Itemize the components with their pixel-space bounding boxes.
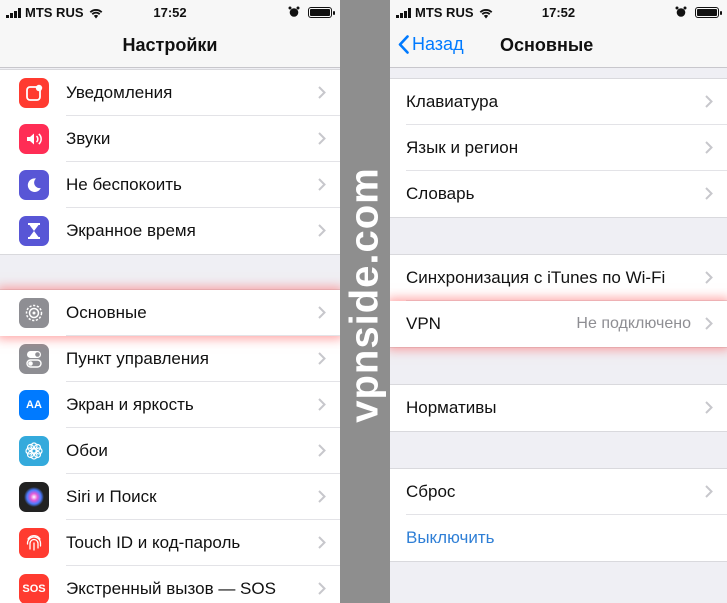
chevron-right-icon	[318, 444, 326, 457]
settings-item-label: Основные	[66, 303, 147, 322]
settings-item-do-not-disturb[interactable]: Не беспокоить	[0, 162, 340, 208]
settings-item-itunes-wifi-sync[interactable]: Синхронизация с iTunes по Wi-Fi	[390, 255, 727, 301]
shutdown-button[interactable]: Выключить	[390, 515, 727, 561]
settings-group-1: Уведомления Звуки Не беспокоить Экранное…	[0, 69, 340, 255]
battery-icon	[695, 6, 722, 18]
page-title: Основные	[500, 35, 594, 55]
carrier-name: MTS RUS	[415, 5, 474, 20]
text-size-icon: AA	[19, 390, 49, 420]
chevron-right-icon	[318, 178, 326, 191]
settings-item-emergency-sos[interactable]: SOS Экстренный вызов — SOS	[0, 566, 340, 603]
settings-item-label: VPN	[406, 314, 441, 333]
general-settings-screen: MTS RUS 17:52 Назад Основные Клавиатура …	[390, 0, 727, 603]
chevron-right-icon	[318, 536, 326, 549]
settings-item-regulatory[interactable]: Нормативы	[390, 385, 727, 431]
chevron-right-icon	[705, 485, 713, 498]
chevron-right-icon	[318, 582, 326, 595]
signal-icon	[396, 7, 411, 18]
status-bar: MTS RUS 17:52	[390, 0, 727, 24]
chevron-right-icon	[318, 224, 326, 237]
shutdown-label: Выключить	[406, 528, 495, 547]
settings-item-label: Звуки	[66, 129, 111, 148]
chevron-right-icon	[705, 401, 713, 414]
settings-group-2: Основные Пункт управления AA Экран и ярк…	[0, 289, 340, 603]
flower-icon	[19, 436, 49, 466]
settings-item-label: Пункт управления	[66, 349, 209, 368]
chevron-right-icon	[705, 271, 713, 284]
settings-item-label: Не беспокоить	[66, 175, 182, 194]
chevron-right-icon	[318, 490, 326, 503]
settings-item-display-brightness[interactable]: AA Экран и яркость	[0, 382, 340, 428]
gear-icon	[19, 298, 49, 328]
chevron-right-icon	[705, 141, 713, 154]
battery-icon	[308, 6, 335, 18]
settings-item-label: Нормативы	[406, 398, 497, 417]
chevron-right-icon	[318, 86, 326, 99]
chevron-right-icon	[705, 317, 713, 330]
settings-group-sync: Синхронизация с iTunes по Wi-Fi VPN Не п…	[390, 254, 727, 348]
chevron-right-icon	[318, 398, 326, 411]
status-time: 17:52	[153, 5, 187, 20]
settings-item-label: Обои	[66, 441, 108, 460]
chevron-right-icon	[318, 132, 326, 145]
notifications-icon	[19, 78, 49, 108]
carrier-name: MTS RUS	[25, 5, 84, 20]
settings-group-regulatory: Нормативы	[390, 384, 727, 432]
fingerprint-icon	[19, 528, 49, 558]
back-button[interactable]: Назад	[398, 34, 464, 55]
settings-item-general[interactable]: Основные	[0, 290, 340, 336]
settings-screen: MTS RUS 17:52 Настройки Уведомления Звук…	[0, 0, 340, 603]
settings-item-label: Touch ID и код-пароль	[66, 533, 241, 552]
hourglass-icon	[19, 216, 49, 246]
toggles-icon	[19, 344, 49, 374]
settings-item-touch-id[interactable]: Touch ID и код-пароль	[0, 520, 340, 566]
chevron-right-icon	[318, 306, 326, 319]
page-title: Настройки	[122, 35, 218, 55]
settings-item-siri-search[interactable]: Siri и Поиск	[0, 474, 340, 520]
settings-item-reset[interactable]: Сброс	[390, 469, 727, 515]
nav-bar: Настройки	[0, 24, 340, 68]
status-bar: MTS RUS 17:52	[0, 0, 340, 24]
moon-icon	[19, 170, 49, 200]
settings-item-notifications[interactable]: Уведомления	[0, 70, 340, 116]
chevron-right-icon	[705, 187, 713, 200]
watermark-text: vpnside.com	[342, 167, 387, 423]
settings-item-sounds[interactable]: Звуки	[0, 116, 340, 162]
settings-item-vpn[interactable]: VPN Не подключено	[390, 301, 727, 347]
settings-item-label: Сброс	[406, 482, 456, 501]
status-time: 17:52	[541, 5, 576, 20]
chevron-right-icon	[705, 95, 713, 108]
settings-item-language-region[interactable]: Язык и регион	[390, 125, 727, 171]
vpn-status-value: Не подключено	[576, 315, 691, 332]
alarm-icon	[288, 6, 300, 17]
settings-group-keyboard: Клавиатура Язык и регион Словарь	[390, 78, 727, 218]
settings-group-reset: Сброс Выключить	[390, 468, 727, 562]
wifi-icon	[479, 8, 492, 18]
back-label: Назад	[412, 34, 464, 54]
settings-item-screen-time[interactable]: Экранное время	[0, 208, 340, 254]
settings-item-control-center[interactable]: Пункт управления	[0, 336, 340, 382]
settings-item-label: Экранное время	[66, 221, 196, 240]
settings-item-label: Экран и яркость	[66, 395, 194, 414]
settings-item-label: Клавиатура	[406, 92, 499, 111]
chevron-left-icon	[398, 35, 409, 54]
chevron-right-icon	[318, 352, 326, 365]
settings-item-label: Словарь	[406, 184, 475, 203]
settings-item-label: Экстренный вызов — SOS	[66, 579, 276, 598]
settings-item-dictionary[interactable]: Словарь	[390, 171, 727, 217]
settings-item-label: Уведомления	[66, 83, 173, 102]
settings-item-label: Синхронизация с iTunes по Wi-Fi	[406, 268, 666, 287]
settings-item-wallpaper[interactable]: Обои	[0, 428, 340, 474]
signal-icon	[6, 7, 21, 18]
siri-icon	[19, 482, 49, 512]
sounds-icon	[19, 124, 49, 154]
nav-bar: Назад Основные	[390, 24, 727, 68]
sos-icon: SOS	[19, 574, 49, 603]
settings-item-label: Siri и Поиск	[66, 487, 157, 506]
settings-item-label: Язык и регион	[406, 138, 519, 157]
wifi-icon	[89, 8, 102, 18]
settings-item-keyboard[interactable]: Клавиатура	[390, 79, 727, 125]
alarm-icon	[675, 6, 687, 17]
